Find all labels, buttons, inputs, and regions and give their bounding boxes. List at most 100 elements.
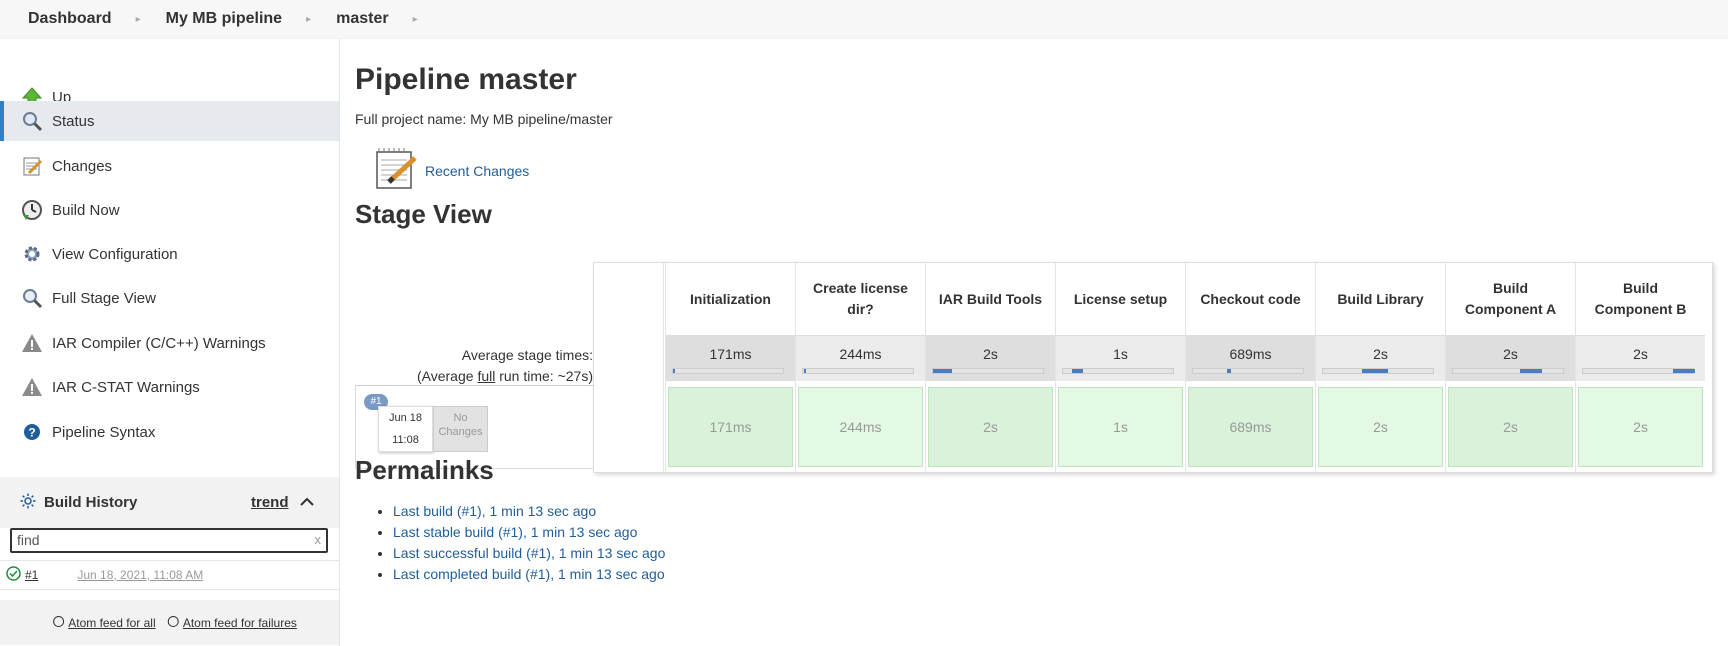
stage-result-cell[interactable]: 171ms [668, 387, 793, 467]
stage-timing-bar-fill [1673, 369, 1695, 373]
stage-average: 1s [1056, 335, 1185, 381]
sidebar-item-label: IAR Compiler (C/C++) Warnings [52, 334, 266, 352]
breadcrumb-pipeline[interactable]: My MB pipeline [166, 10, 282, 28]
permalink-last-stable-build[interactable]: Last stable build (#1), 1 min 13 sec ago [393, 524, 637, 540]
permalinks-list: Last build (#1), 1 min 13 sec ago Last s… [355, 501, 665, 585]
average-run-time-prefix: (Average [416, 368, 478, 384]
build-number-link[interactable]: #1 [25, 568, 38, 582]
sidebar-item-iar-compiler-warnings[interactable]: IAR Compiler (C/C++) Warnings [0, 323, 339, 363]
permalinks-title: Permalinks [355, 455, 494, 485]
breadcrumb-branch[interactable]: master [336, 10, 388, 28]
stage-average-time: 2s [1373, 346, 1388, 362]
average-stage-times-label: Average stage times: (Average full run t… [417, 345, 593, 387]
stage-column: IAR Build Tools 2s 2s [925, 263, 1055, 472]
stage-timing-bar-fill [673, 369, 675, 373]
sidebar-item-label: View Configuration [52, 245, 178, 263]
build-history-title: Build History [44, 494, 138, 511]
chevron-right-icon[interactable]: ▸ [413, 14, 418, 25]
run-date-time: 11:08 [392, 434, 419, 446]
permalink-last-build[interactable]: Last build (#1), 1 min 13 sec ago [393, 503, 596, 519]
sidebar-item-pipeline-syntax[interactable]: ? Pipeline Syntax [0, 412, 339, 452]
average-stage-times-text: Average stage times: [461, 347, 593, 363]
sidebar-item-label: Status [52, 112, 95, 130]
sidebar-item-iar-cstat-warnings[interactable]: IAR C-STAT Warnings [0, 367, 339, 407]
stage-column: Initialization 171ms 171ms [665, 263, 795, 472]
list-item: Last successful build (#1), 1 min 13 sec… [393, 543, 665, 564]
stage-average-time: 2s [983, 346, 998, 362]
chevron-right-icon[interactable]: ▸ [136, 14, 141, 25]
stage-view-title: Stage View [355, 199, 492, 229]
warning-icon [20, 331, 44, 355]
stage-average-time: 244ms [839, 346, 882, 362]
stage-name: IAR Build Tools [938, 290, 1043, 307]
sidebar-item-view-configuration[interactable]: View Configuration [0, 234, 339, 274]
sidebar: Up Status Changes Build Now View Configu… [0, 39, 340, 646]
stage-timing-bar [1452, 368, 1564, 374]
chevron-right-icon[interactable]: ▸ [306, 14, 311, 25]
stage-result-cell[interactable]: 2s [928, 387, 1053, 467]
stage-name: Create license dir? [813, 280, 908, 317]
clock-build-icon [20, 198, 44, 222]
atom-feed-failures-link[interactable]: Atom feed for failures [183, 616, 297, 630]
stage-average: 2s [926, 335, 1055, 381]
sidebar-item-label: Pipeline Syntax [52, 423, 156, 441]
list-item: Last stable build (#1), 1 min 13 sec ago [393, 522, 665, 543]
permalink-last-completed-build[interactable]: Last completed build (#1), 1 min 13 sec … [393, 566, 665, 582]
run-date[interactable]: Jun 18 11:08 [378, 406, 433, 452]
stage-average: 171ms [666, 335, 795, 381]
svg-text:?: ? [28, 426, 35, 440]
clear-icon[interactable]: x [315, 532, 322, 547]
stage-average-time: 1s [1113, 346, 1128, 362]
stage-result-cell[interactable]: 1s [1058, 387, 1183, 467]
warning-icon [20, 375, 44, 399]
sidebar-item-build-now[interactable]: Build Now [0, 190, 339, 230]
stage-timing-bar [1062, 368, 1174, 374]
stage-average-time: 171ms [709, 346, 752, 362]
trend-link[interactable]: trend [251, 494, 289, 511]
stage-name: Build Component B [1594, 280, 1687, 317]
full-project-name: Full project name: My MB pipeline/master [355, 111, 613, 127]
stage-average: 689ms [1186, 335, 1315, 381]
stage-timing-bar-fill [1227, 369, 1231, 373]
sidebar-item-status[interactable]: Status [0, 101, 339, 141]
magnifier-icon [20, 286, 44, 310]
stage-result-cell[interactable]: 2s [1448, 387, 1573, 467]
stage-result-cell[interactable]: 244ms [798, 387, 923, 467]
stage-result-cell[interactable]: 2s [1318, 387, 1443, 467]
breadcrumb-dashboard[interactable]: Dashboard [28, 10, 112, 28]
chevron-up-icon[interactable] [300, 494, 314, 510]
stage-timing-bar-fill [804, 369, 806, 373]
help-icon: ? [20, 420, 44, 444]
stage-timing-bar [1322, 368, 1434, 374]
atom-feed-all-link[interactable]: Atom feed for all [68, 616, 155, 630]
sidebar-item-full-stage-view[interactable]: Full Stage View [0, 278, 339, 318]
sidebar-item-label: Changes [52, 157, 113, 175]
search-icon [20, 109, 44, 133]
stage-name: Build Library [1337, 290, 1424, 307]
build-date-link[interactable]: Jun 18, 2021, 11:08 AM [77, 568, 203, 582]
sidebar-item-label: IAR C-STAT Warnings [52, 378, 200, 396]
build-search-input[interactable] [12, 530, 297, 550]
recent-changes: Recent Changes [373, 146, 529, 195]
full-run-link[interactable]: full [477, 368, 495, 384]
page-title: Pipeline master [355, 63, 577, 96]
stage-average: 244ms [796, 335, 925, 381]
run-changes-line2: Changes [438, 426, 483, 438]
stage-timing-bar-fill [1520, 369, 1542, 373]
stage-column: Build Library 2s 2s [1315, 263, 1445, 472]
stage-average: 2s [1446, 335, 1575, 381]
stage-average-time: 689ms [1229, 346, 1272, 362]
stage-timing-bar [672, 368, 784, 374]
permalink-last-successful-build[interactable]: Last successful build (#1), 1 min 13 sec… [393, 545, 665, 561]
success-check-icon [6, 566, 21, 584]
build-row[interactable]: #1 Jun 18, 2021, 11:08 AM [0, 560, 339, 590]
stage-column: Build Component A 2s 2s [1445, 263, 1575, 472]
stage-result-cell[interactable]: 2s [1578, 387, 1703, 467]
run-changes[interactable]: No Changes [433, 406, 488, 452]
recent-changes-link[interactable]: Recent Changes [425, 163, 529, 179]
stage-name: Checkout code [1200, 290, 1301, 307]
stage-table-spacer [594, 263, 664, 472]
stage-average: 2s [1576, 335, 1705, 381]
sidebar-item-changes[interactable]: Changes [0, 146, 339, 186]
stage-result-cell[interactable]: 689ms [1188, 387, 1313, 467]
